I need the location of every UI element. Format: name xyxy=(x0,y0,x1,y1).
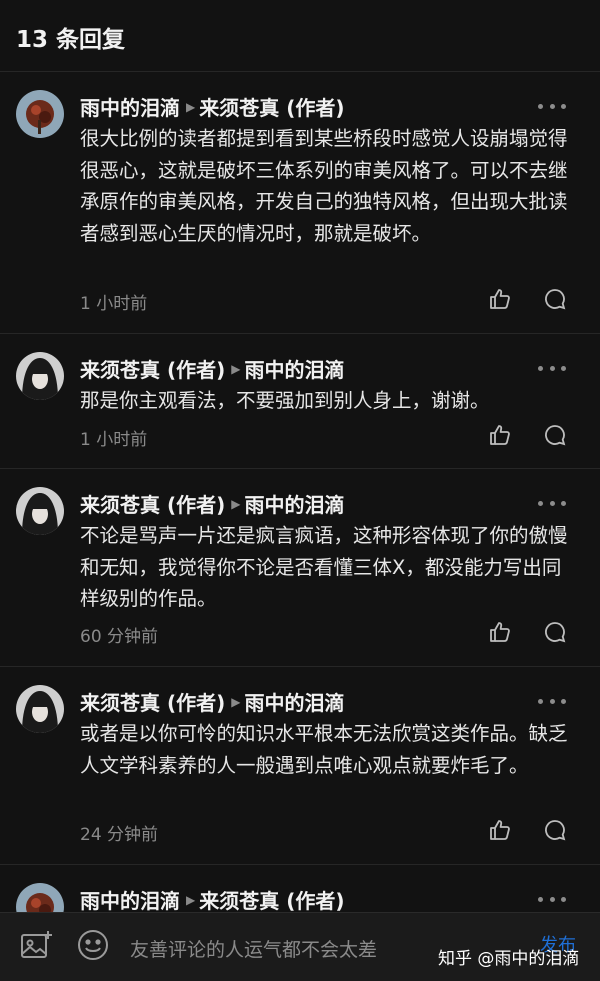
reply-arrow-icon: ▶ xyxy=(186,892,196,907)
reply-icon[interactable] xyxy=(543,423,567,447)
like-icon[interactable] xyxy=(488,423,512,447)
reply-arrow-icon: ▶ xyxy=(231,361,241,376)
reply-to-name[interactable]: 来须苍真 (作者) xyxy=(199,885,344,912)
comment-names: 来须苍真 (作者) ▶ 雨中的泪滴 xyxy=(80,489,344,518)
comment-item: 来须苍真 (作者) ▶ 雨中的泪滴 不论是骂声一片还是疯言疯语，这种形容体现了你… xyxy=(0,469,600,667)
reply-arrow-icon: ▶ xyxy=(231,496,241,511)
header: 13 条回复 xyxy=(0,0,600,72)
comment-names: 雨中的泪滴 ▶ 来须苍真 (作者) xyxy=(80,92,344,121)
author-name[interactable]: 雨中的泪滴 xyxy=(80,885,180,912)
reply-to-name[interactable]: 雨中的泪滴 xyxy=(244,687,344,716)
comment-time: 60 分钟前 xyxy=(80,627,159,647)
more-icon[interactable] xyxy=(538,358,566,378)
comment-names: 来须苍真 (作者) ▶ 雨中的泪滴 xyxy=(80,687,344,716)
avatar[interactable] xyxy=(16,487,64,535)
emoji-icon[interactable] xyxy=(76,928,110,966)
comment-item: 来须苍真 (作者) ▶ 雨中的泪滴 或者是以你可怜的知识水平根本无法欣赏这类作品… xyxy=(0,667,600,865)
comment-names: 来须苍真 (作者) ▶ 雨中的泪滴 xyxy=(80,354,344,383)
page-title: 13 条回复 xyxy=(16,27,126,53)
reply-icon[interactable] xyxy=(543,818,567,842)
reply-icon[interactable] xyxy=(543,620,567,644)
like-icon[interactable] xyxy=(488,620,512,644)
comment-text: 不论是骂声一片还是疯言疯语，这种形容体现了你的傲慢和无知，我觉得你不论是否看懂三… xyxy=(80,524,568,610)
reply-icon[interactable] xyxy=(543,287,567,311)
like-icon[interactable] xyxy=(488,287,512,311)
avatar[interactable] xyxy=(16,352,64,400)
comment-time: 1 小时前 xyxy=(80,294,148,314)
comment-time: 1 小时前 xyxy=(80,430,148,450)
reply-to-name[interactable]: 雨中的泪滴 xyxy=(244,354,344,383)
author-name[interactable]: 来须苍真 (作者) xyxy=(80,687,225,716)
comment-item: 雨中的泪滴 ▶ 来须苍真 (作者) 很大比例的读者都提到看到某些桥段时感觉人设崩… xyxy=(0,72,600,334)
more-icon[interactable] xyxy=(538,889,566,909)
avatar[interactable] xyxy=(16,685,64,733)
like-icon[interactable] xyxy=(488,818,512,842)
reply-to-name[interactable]: 雨中的泪滴 xyxy=(244,489,344,518)
author-name[interactable]: 来须苍真 (作者) xyxy=(80,489,225,518)
comment-text: 或者是以你可怜的知识水平根本无法欣赏这类作品。缺乏人文学科素养的人一般遇到点唯心… xyxy=(80,722,568,777)
avatar[interactable] xyxy=(16,883,64,912)
comment-item: 雨中的泪滴 ▶ 来须苍真 (作者) xyxy=(0,865,600,912)
reply-arrow-icon: ▶ xyxy=(231,694,241,709)
reply-arrow-icon: ▶ xyxy=(186,99,196,114)
watermark: 知乎 @雨中的泪滴 xyxy=(438,949,580,969)
more-icon[interactable] xyxy=(538,691,566,711)
more-icon[interactable] xyxy=(538,493,566,513)
more-icon[interactable] xyxy=(538,96,566,116)
comment-text: 很大比例的读者都提到看到某些桥段时感觉人设崩塌觉得很恶心，这就是破坏三体系列的审… xyxy=(80,127,568,245)
comment-list[interactable]: 雨中的泪滴 ▶ 来须苍真 (作者) 很大比例的读者都提到看到某些桥段时感觉人设崩… xyxy=(0,72,600,912)
comment-names: 雨中的泪滴 ▶ 来须苍真 (作者) xyxy=(80,885,344,912)
author-name[interactable]: 雨中的泪滴 xyxy=(80,92,180,121)
comment-input-bar: 友善评论的人运气都不会太差 发布 知乎 @雨中的泪滴 xyxy=(0,912,600,981)
comment-time: 24 分钟前 xyxy=(80,825,159,845)
avatar[interactable] xyxy=(16,90,64,138)
comment-item: 来须苍真 (作者) ▶ 雨中的泪滴 那是你主观看法，不要强加到别人身上，谢谢。 … xyxy=(0,334,600,469)
image-icon[interactable] xyxy=(20,929,54,965)
author-name[interactable]: 来须苍真 (作者) xyxy=(80,354,225,383)
comment-text: 那是你主观看法，不要强加到别人身上，谢谢。 xyxy=(80,389,490,412)
comment-input[interactable]: 友善评论的人运气都不会太差 xyxy=(130,935,377,962)
reply-to-name[interactable]: 来须苍真 (作者) xyxy=(199,92,344,121)
